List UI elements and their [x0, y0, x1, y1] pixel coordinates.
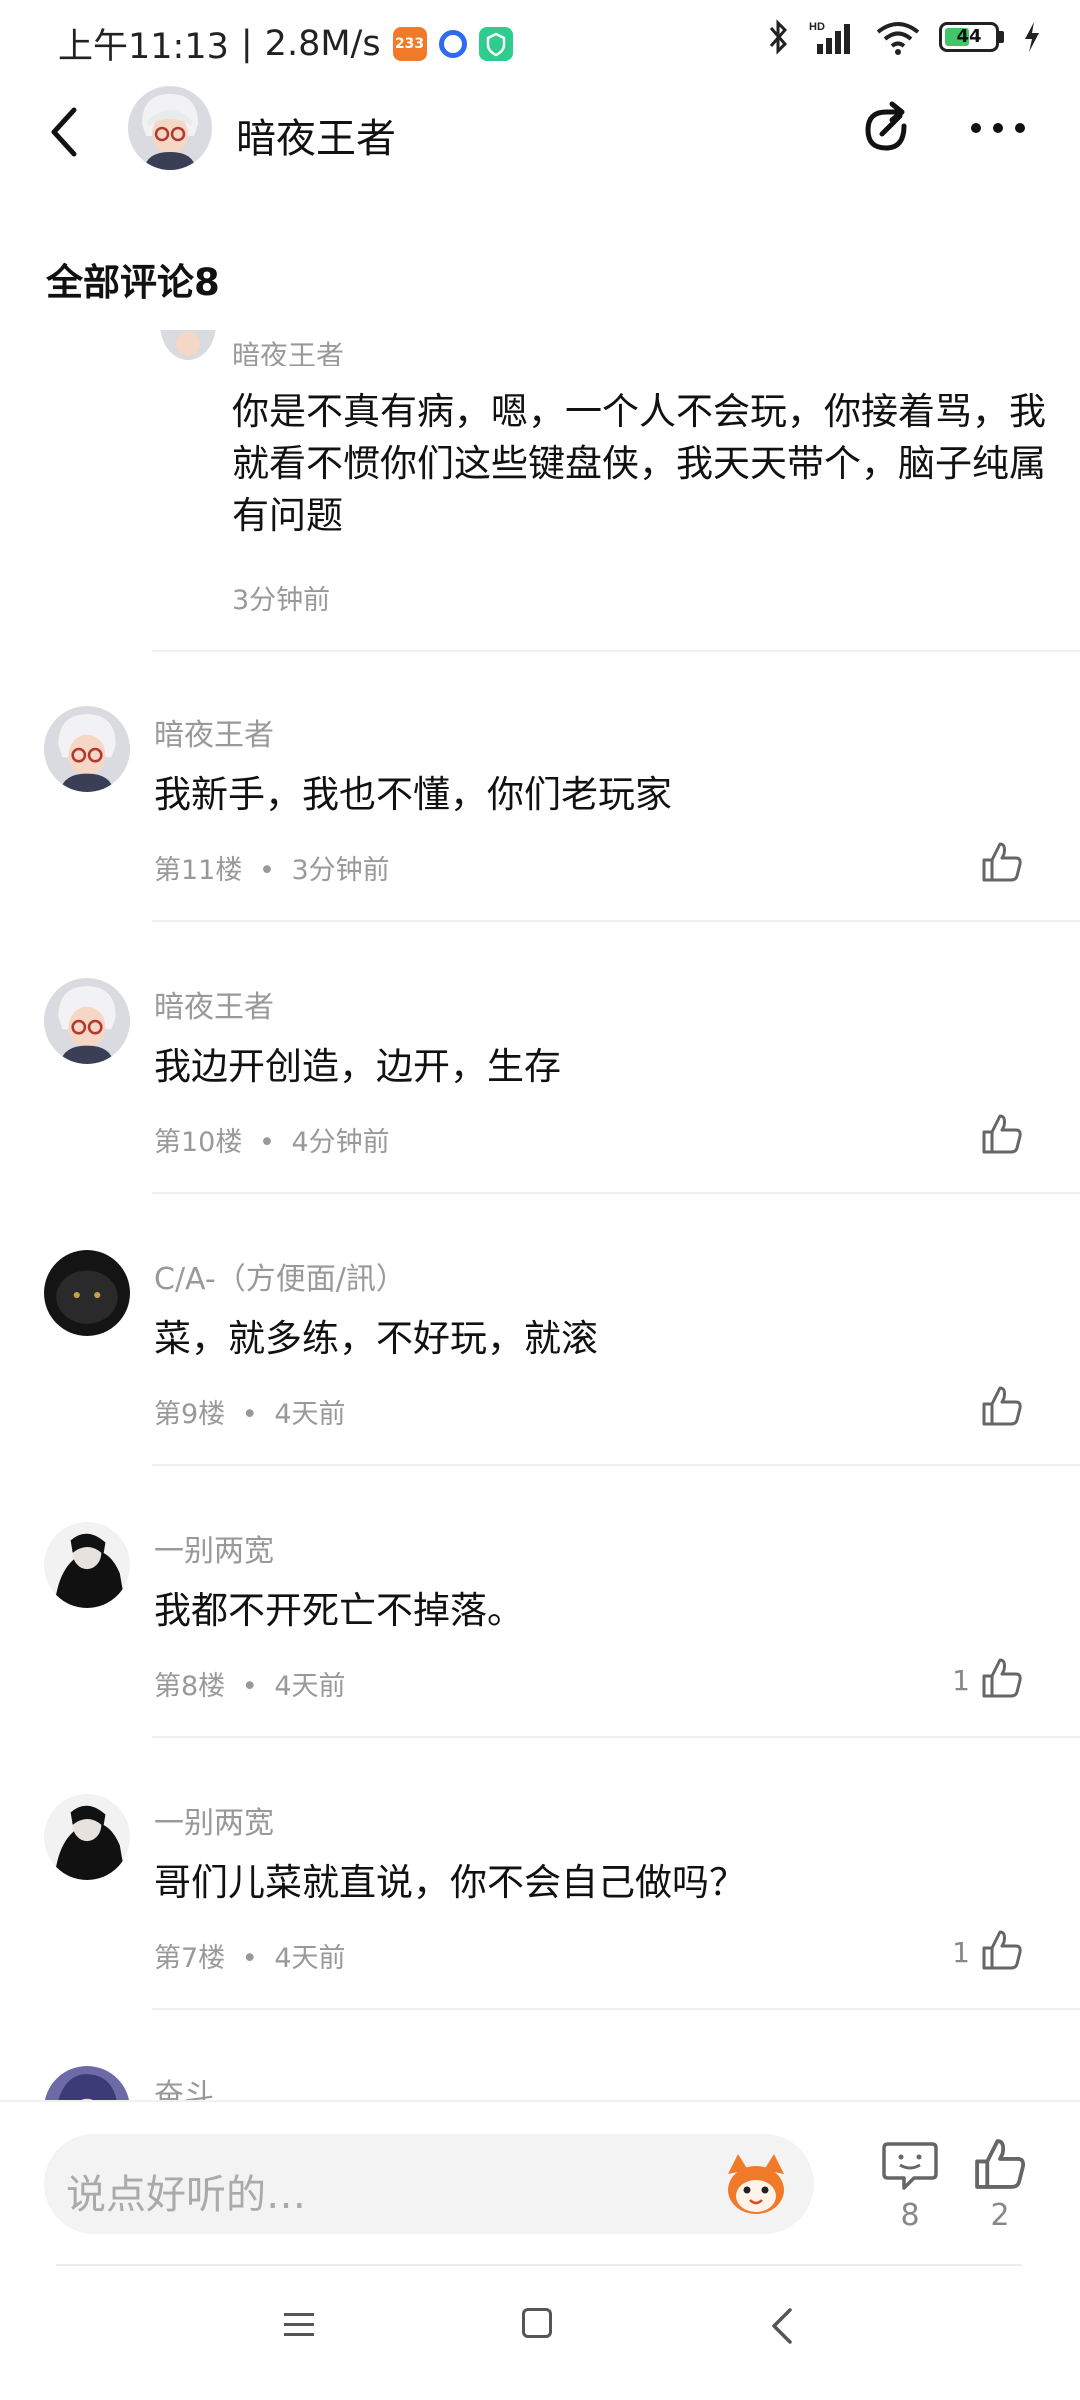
- comment-bubble-icon: [882, 2142, 938, 2190]
- comment-item[interactable]: 奋斗: [0, 2010, 1080, 2100]
- reply-avatar-partial: [152, 330, 224, 378]
- comment-avatar[interactable]: [44, 2066, 130, 2100]
- comment-author[interactable]: 暗夜王者: [154, 710, 274, 754]
- charging-icon: [1025, 22, 1039, 52]
- comments-button[interactable]: [880, 2138, 940, 2192]
- reply-text: 你是不真有病，嗯，一个人不会玩，你接着骂，我就看不惯你们这些键盘侠，我天天带个，…: [232, 390, 1046, 537]
- comment-list: 暗夜王者 我新手，我也不懂，你们老玩家 第11楼 • 3分钟前 暗夜王者 我边开…: [0, 650, 1080, 2100]
- comment-meta: 第11楼 • 3分钟前: [154, 848, 390, 887]
- comment-like-count: 1: [952, 1936, 970, 1969]
- battery-level: 44: [956, 26, 982, 47]
- comment-floor: 第11楼: [154, 855, 243, 886]
- comment-item[interactable]: 暗夜王者 我新手，我也不懂，你们老玩家 第11楼 • 3分钟前: [0, 650, 1080, 922]
- comment-avatar[interactable]: [44, 1794, 130, 1880]
- comment-time: 3分钟前: [291, 855, 390, 886]
- back-arrow-icon: [51, 107, 77, 157]
- signal-icon: HD: [809, 21, 850, 54]
- comment-item[interactable]: C/A-（方便面/訊） 菜，就多练，不好玩，就滚 第9楼 • 4天前: [0, 1194, 1080, 1466]
- comment-count: 8: [900, 2198, 920, 2233]
- comment-text: 我都不开死亡不掉落。: [154, 1589, 524, 1632]
- like-post-button[interactable]: [972, 2136, 1028, 2192]
- comment-text: 菜，就多练，不好玩，就滚: [154, 1317, 598, 1360]
- thumbs-up-icon: [975, 2139, 1026, 2189]
- thumbs-up-icon: [982, 842, 1022, 882]
- comments-section-title: 全部评论8: [46, 261, 220, 304]
- comment-floor: 第10楼: [154, 1127, 243, 1158]
- app-shield-icon: [478, 26, 513, 61]
- comment-author[interactable]: 奋斗: [154, 2070, 214, 2100]
- comment-author[interactable]: 暗夜王者: [154, 982, 274, 1026]
- app-notification-icon: [438, 29, 467, 58]
- header-title: 暗夜王者: [236, 116, 396, 162]
- comment-author[interactable]: C/A-（方便面/訊）: [154, 1254, 406, 1298]
- comment-avatar[interactable]: [44, 978, 130, 1064]
- comment-time: 4分钟前: [291, 1127, 390, 1158]
- more-dots-icon: [971, 123, 1025, 133]
- comment-time: 4天前: [274, 1671, 346, 1702]
- comment-like-button[interactable]: [980, 1656, 1024, 1700]
- back-chevron-icon: [772, 2308, 792, 2344]
- comment-meta: 第8楼 • 4天前: [154, 1664, 346, 1703]
- comment-author[interactable]: 一别两宽: [154, 1526, 274, 1570]
- status-network-speed: 2.8M/s: [264, 23, 381, 64]
- status-separator: |: [240, 23, 253, 64]
- comment-avatar[interactable]: [44, 1250, 130, 1336]
- comment-text: 我新手，我也不懂，你们老玩家: [154, 773, 672, 816]
- comment-like-button[interactable]: [980, 1928, 1024, 1972]
- comment-text: 我边开创造，边开，生存: [154, 1045, 561, 1088]
- meta-separator: •: [241, 1943, 258, 1974]
- reply-time: 3分钟前: [232, 585, 331, 616]
- app-233-icon: 233: [392, 26, 427, 61]
- comment-like-count: 1: [952, 1664, 970, 1697]
- emoji-mascot-icon[interactable]: [722, 2150, 790, 2218]
- comment-floor: 第9楼: [154, 1399, 226, 1430]
- meta-separator: •: [258, 855, 275, 886]
- status-right: HD 44: [767, 18, 1042, 56]
- status-time: 上午11:13: [58, 27, 229, 67]
- thumbs-up-icon: [982, 1930, 1022, 1970]
- comment-item[interactable]: 一别两宽 哥们儿菜就直说，你不会自己做吗？ 第7楼 • 4天前 1: [0, 1738, 1080, 2010]
- nav-home-button[interactable]: [522, 2308, 552, 2338]
- comment-author[interactable]: 一别两宽: [154, 1798, 274, 1842]
- menu-icon: [284, 2313, 314, 2336]
- comment-like-button[interactable]: [980, 1112, 1024, 1156]
- reply-author-partial: 暗夜王者: [232, 339, 345, 366]
- more-button[interactable]: [966, 110, 1030, 146]
- comment-item[interactable]: 暗夜王者 我边开创造，边开，生存 第10楼 • 4分钟前: [0, 922, 1080, 1194]
- comment-like-button[interactable]: [980, 1384, 1024, 1428]
- comment-floor: 第7楼: [154, 1943, 226, 1974]
- comment-avatar[interactable]: [44, 1522, 130, 1608]
- comment-text: 哥们儿菜就直说，你不会自己做吗？: [154, 1861, 746, 1904]
- comment-item[interactable]: 一别两宽 我都不开死亡不掉落。 第8楼 • 4天前 1: [0, 1466, 1080, 1738]
- nav-menu-button[interactable]: [282, 2310, 316, 2340]
- bluetooth-icon: [769, 19, 788, 55]
- divider: [56, 2264, 1022, 2266]
- comment-input-placeholder[interactable]: 说点好听的…: [66, 2162, 306, 2220]
- meta-separator: •: [258, 1127, 275, 1158]
- meta-separator: •: [241, 1399, 258, 1430]
- back-button[interactable]: [40, 100, 88, 164]
- status-left: 上午11:13 | 2.8M/s 233: [58, 18, 513, 69]
- like-count: 2: [990, 2198, 1010, 2233]
- thumbs-up-icon: [982, 1114, 1022, 1154]
- comment-time: 4天前: [274, 1399, 346, 1430]
- share-button[interactable]: [856, 96, 920, 160]
- header-avatar[interactable]: [128, 86, 212, 170]
- status-bar: 上午11:13 | 2.8M/s 233 HD 44: [0, 0, 1080, 80]
- comment-time: 4天前: [274, 1943, 346, 1974]
- comment-like-button[interactable]: [980, 840, 1024, 884]
- comment-meta: 第10楼 • 4分钟前: [154, 1120, 390, 1159]
- share-icon: [865, 101, 907, 151]
- nav-back-button[interactable]: [770, 2306, 794, 2346]
- comment-meta: 第7楼 • 4天前: [154, 1936, 346, 1975]
- comment-floor: 第8楼: [154, 1671, 226, 1702]
- thumbs-up-icon: [982, 1386, 1022, 1426]
- wifi-icon: [876, 22, 920, 55]
- meta-separator: •: [241, 1671, 258, 1702]
- comment-meta: 第9楼 • 4天前: [154, 1392, 346, 1431]
- comment-avatar[interactable]: [44, 706, 130, 792]
- thumbs-up-icon: [982, 1658, 1022, 1698]
- battery-icon: 44: [939, 22, 999, 52]
- svg-text:HD: HD: [809, 21, 825, 33]
